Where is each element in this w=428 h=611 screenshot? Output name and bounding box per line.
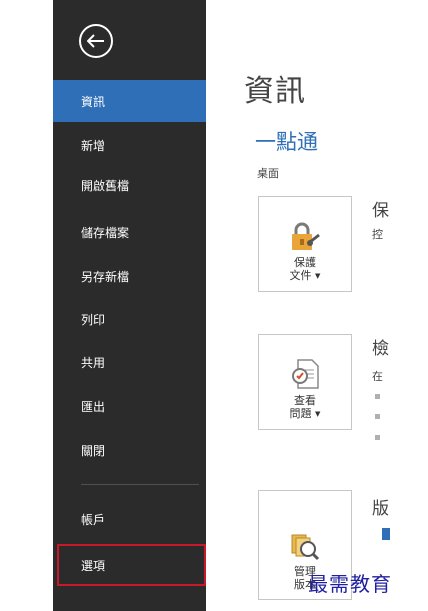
back-button[interactable]: [79, 24, 113, 58]
nav-item-label: 共用: [81, 355, 106, 370]
nav-item-label: 匯出: [81, 399, 106, 414]
nav-item-label: 帳戶: [81, 512, 106, 527]
nav-item-export[interactable]: 匯出: [53, 385, 206, 427]
bullet: [375, 435, 380, 440]
nav-item-label: 列印: [81, 312, 106, 327]
nav-item-close[interactable]: 關閉: [53, 429, 206, 471]
page-title: 資訊: [244, 74, 306, 109]
nav-item-account[interactable]: 帳戶: [53, 498, 206, 540]
nav-item-label: 儲存檔案: [81, 225, 130, 240]
versions-icon: [291, 534, 320, 561]
nav-item-print[interactable]: 列印: [53, 298, 206, 340]
nav-item-label: 關閉: [81, 443, 106, 458]
protect-document-button[interactable]: 保護 文件 ▼: [258, 196, 352, 292]
section-description: 在: [372, 370, 383, 383]
tile-sublabel: 文件 ▼: [289, 269, 321, 282]
nav-item-open[interactable]: 開啟舊檔: [53, 164, 206, 206]
back-arrow-icon: [87, 34, 104, 48]
tile-sublabel: 問題 ▼: [289, 407, 321, 420]
backstage-sidebar: 資訊 新增 開啟舊檔 儲存檔案 另存新檔 列印 共用 匯出 關閉 帳戶 選項: [53, 0, 206, 611]
nav-item-options[interactable]: 選項: [57, 544, 206, 586]
tile-label: 保護: [294, 256, 316, 269]
section-description: 控: [372, 228, 383, 241]
lock-key-icon: [292, 222, 320, 250]
watermark: 最需教育: [308, 572, 392, 596]
sidebar-divider: [81, 484, 199, 485]
nav-item-save-as[interactable]: 另存新檔: [53, 255, 206, 297]
info-panel: 資訊 一點通 桌面 保護 文件 ▼ 保 控 查看 問題 ▼ 檢 在 管理 版本 …: [206, 0, 428, 611]
bullet: [375, 414, 380, 419]
nav-item-label: 另存新檔: [81, 269, 130, 284]
nav-item-label: 資訊: [81, 94, 106, 109]
nav-item-info[interactable]: 資訊: [53, 80, 206, 122]
document-icon: [382, 528, 390, 540]
section-title: 版: [372, 499, 389, 519]
bullet: [375, 394, 380, 399]
check-issues-button[interactable]: 查看 問題 ▼: [258, 334, 352, 430]
nav-item-label: 新增: [81, 138, 106, 153]
nav-item-new[interactable]: 新增: [53, 124, 206, 166]
document-path: 桌面: [257, 167, 279, 180]
tile-label: 查看: [294, 394, 316, 407]
nav-item-label: 選項: [81, 558, 106, 573]
document-name: 一點通: [255, 130, 318, 154]
nav-item-save[interactable]: 儲存檔案: [53, 211, 206, 253]
section-title: 檢: [372, 339, 389, 359]
nav-item-label: 開啟舊檔: [81, 178, 130, 193]
nav-item-share[interactable]: 共用: [53, 341, 206, 383]
inspect-document-icon: [292, 359, 319, 389]
section-title: 保: [372, 201, 389, 221]
